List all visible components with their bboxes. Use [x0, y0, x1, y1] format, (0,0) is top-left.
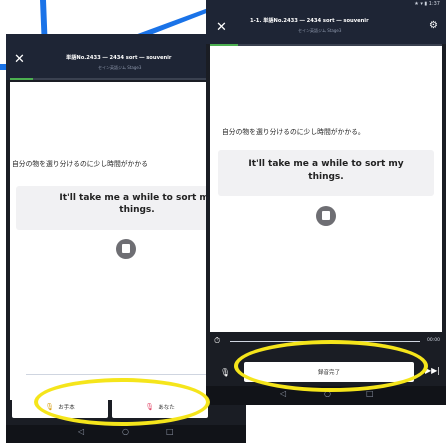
- english-sentence-box: It'll take me a while to sort my things.: [218, 150, 434, 196]
- lesson-progress-fill: [10, 78, 34, 80]
- japanese-sentence: 自分の物を選り分けるのに少し時間がかかる: [12, 160, 148, 168]
- nav-recent-icon[interactable]: □: [166, 427, 174, 436]
- nav-recent-icon[interactable]: □: [366, 389, 374, 398]
- android-nav-bar: ◁ ○ □: [6, 425, 246, 443]
- highlight-ellipse-left: [34, 378, 210, 426]
- japanese-sentence: 自分の物を選り分けるのに少し時間がかかる。: [222, 128, 365, 136]
- comparison-screenshot: ★ ▾ ▮ ✕ 単語No.2433 ― 2434 sort ― souvenir…: [0, 0, 446, 443]
- timer-icon: ⏱: [14, 368, 21, 377]
- mic-icon[interactable]: 🎙: [220, 368, 230, 377]
- bookmark-icon[interactable]: [116, 239, 136, 259]
- time-readout: 00:00: [427, 338, 440, 343]
- right-header: ★ ▾ ▮ 1:37 ✕ 1-1. 単語No.2433 ― 2434 sort …: [206, 0, 446, 46]
- english-sentence: It'll take me a while to sort my things.: [248, 159, 404, 182]
- nav-back-icon[interactable]: ◁: [280, 389, 286, 398]
- playback-slider[interactable]: [26, 374, 236, 375]
- highlight-ellipse-right: [234, 340, 428, 392]
- right-status-bar: ★ ▾ ▮ 1:37: [414, 1, 440, 7]
- lesson-subtitle: セイン英語ジム Stage3: [298, 28, 342, 33]
- gear-icon[interactable]: ⚙: [429, 20, 438, 31]
- timer-icon: ⏱: [214, 336, 221, 345]
- nav-home-icon[interactable]: ○: [122, 427, 129, 436]
- lesson-title: 単語No.2433 ― 2434 sort ― souvenir: [66, 55, 172, 61]
- bookmark-icon[interactable]: [316, 206, 336, 226]
- close-icon[interactable]: ✕: [216, 20, 227, 35]
- lesson-subtitle: セイン英語ジム Stage3: [98, 65, 142, 70]
- nav-back-icon[interactable]: ◁: [78, 427, 84, 436]
- lesson-title: 1-1. 単語No.2433 ― 2434 sort ― souvenir: [250, 18, 369, 24]
- close-icon[interactable]: ✕: [14, 52, 25, 67]
